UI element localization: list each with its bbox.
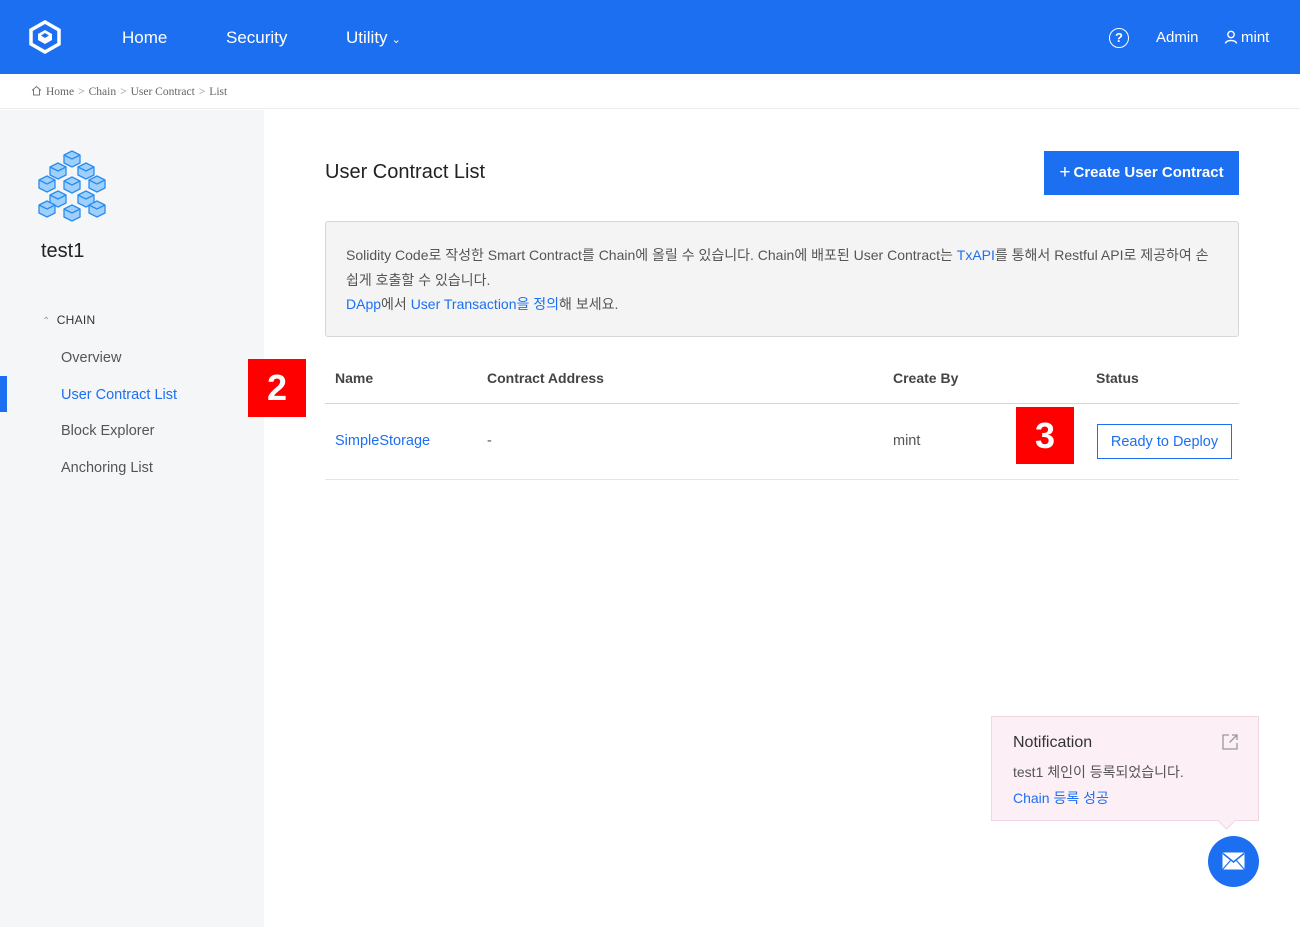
mail-icon [1222,852,1245,870]
breadcrumb: Home > Chain > User Contract > List [0,74,1300,109]
help-icon[interactable]: ? [1109,28,1129,48]
sidebar-section-label: CHAIN [56,313,96,327]
notification-link[interactable]: Chain 등록 성공 [1013,788,1109,808]
external-link-icon[interactable] [1221,733,1239,751]
breadcrumb-list: List [209,86,228,98]
breadcrumb-separator: > [78,86,85,98]
user-icon [1224,30,1238,44]
create-user-contract-button[interactable]: + Create User Contract [1044,151,1239,195]
info-paragraph-1: Solidity Code로 작성한 Smart Contract를 Chain… [346,243,1218,292]
breadcrumb-separator: > [120,86,127,98]
nav-user-name: mint [1241,29,1270,46]
column-header-name: Name [335,370,374,386]
chain-name: test1 [41,240,85,262]
contract-address: - [487,433,492,449]
sidebar-item-user-contract-list[interactable]: User Contract List [61,387,177,403]
contract-name-link[interactable]: SimpleStorage [335,433,430,449]
plus-icon: + [1059,162,1071,183]
notification-title: Notification [1013,734,1093,751]
info-paragraph-2: DApp에서 User Transaction을 정의해 보세요. [346,292,1218,317]
create-button-label: Create User Contract [1073,164,1224,181]
nav-admin[interactable]: Admin [1156,29,1199,46]
nav-utility[interactable]: Utility ⌄ [346,28,401,48]
notification-message: test1 체인이 등록되었습니다. [1013,764,1184,780]
notification-mail-button[interactable] [1208,836,1259,887]
column-header-status: Status [1096,370,1139,386]
annotation-marker: 2 [248,359,306,417]
page-title: User Contract List [325,161,486,183]
nav-user-menu[interactable]: mint [1224,29,1269,46]
chevron-down-icon: ⌄ [391,34,401,46]
column-header-address: Contract Address [487,370,604,386]
table-header: Name Contract Address Create By Status [325,357,1239,404]
info-text: 에서 [381,296,411,312]
home-icon [31,85,42,96]
sidebar-item-anchoring-list[interactable]: Anchoring List [61,460,153,476]
breadcrumb-home[interactable]: Home [46,86,74,98]
info-text: 해 보세요. [559,296,619,312]
breadcrumb-separator: > [198,86,206,98]
top-nav: Home Security Utility ⌄ ? Admin mint [0,0,1300,74]
created-by: mint [893,433,921,449]
logo-icon[interactable] [28,20,62,54]
sidebar: test1 ⌃ CHAIN Overview User Contract List… [0,110,264,927]
nav-utility-label: Utility [346,28,388,47]
breadcrumb-chain[interactable]: Chain [89,86,116,98]
active-indicator [0,376,7,412]
info-box: Solidity Code로 작성한 Smart Contract를 Chain… [325,221,1239,337]
nav-home[interactable]: Home [122,28,167,48]
table-row: SimpleStorage - mint Ready to Deploy [325,404,1239,480]
nav-security[interactable]: Security [226,28,287,48]
sidebar-item-overview[interactable]: Overview [61,350,121,366]
dapp-link[interactable]: DApp [346,296,381,312]
chain-cubes-icon [38,150,106,222]
sidebar-section-chain[interactable]: ⌃ CHAIN [42,313,96,327]
contract-table: Name Contract Address Create By Status S… [325,357,1239,480]
sidebar-item-block-explorer[interactable]: Block Explorer [61,423,154,439]
chevron-up-icon: ⌃ [42,316,51,327]
user-transaction-link[interactable]: User Transaction을 정의 [411,296,559,312]
breadcrumb-user-contract[interactable]: User Contract [131,86,195,98]
notification-popup: Notification test1 체인이 등록되었습니다. Chain 등록… [991,716,1259,821]
txapi-link[interactable]: TxAPI [957,247,995,263]
column-header-created-by: Create By [893,370,959,386]
info-text: Solidity Code로 작성한 Smart Contract를 Chain… [346,247,957,263]
ready-to-deploy-button[interactable]: Ready to Deploy [1097,424,1232,459]
